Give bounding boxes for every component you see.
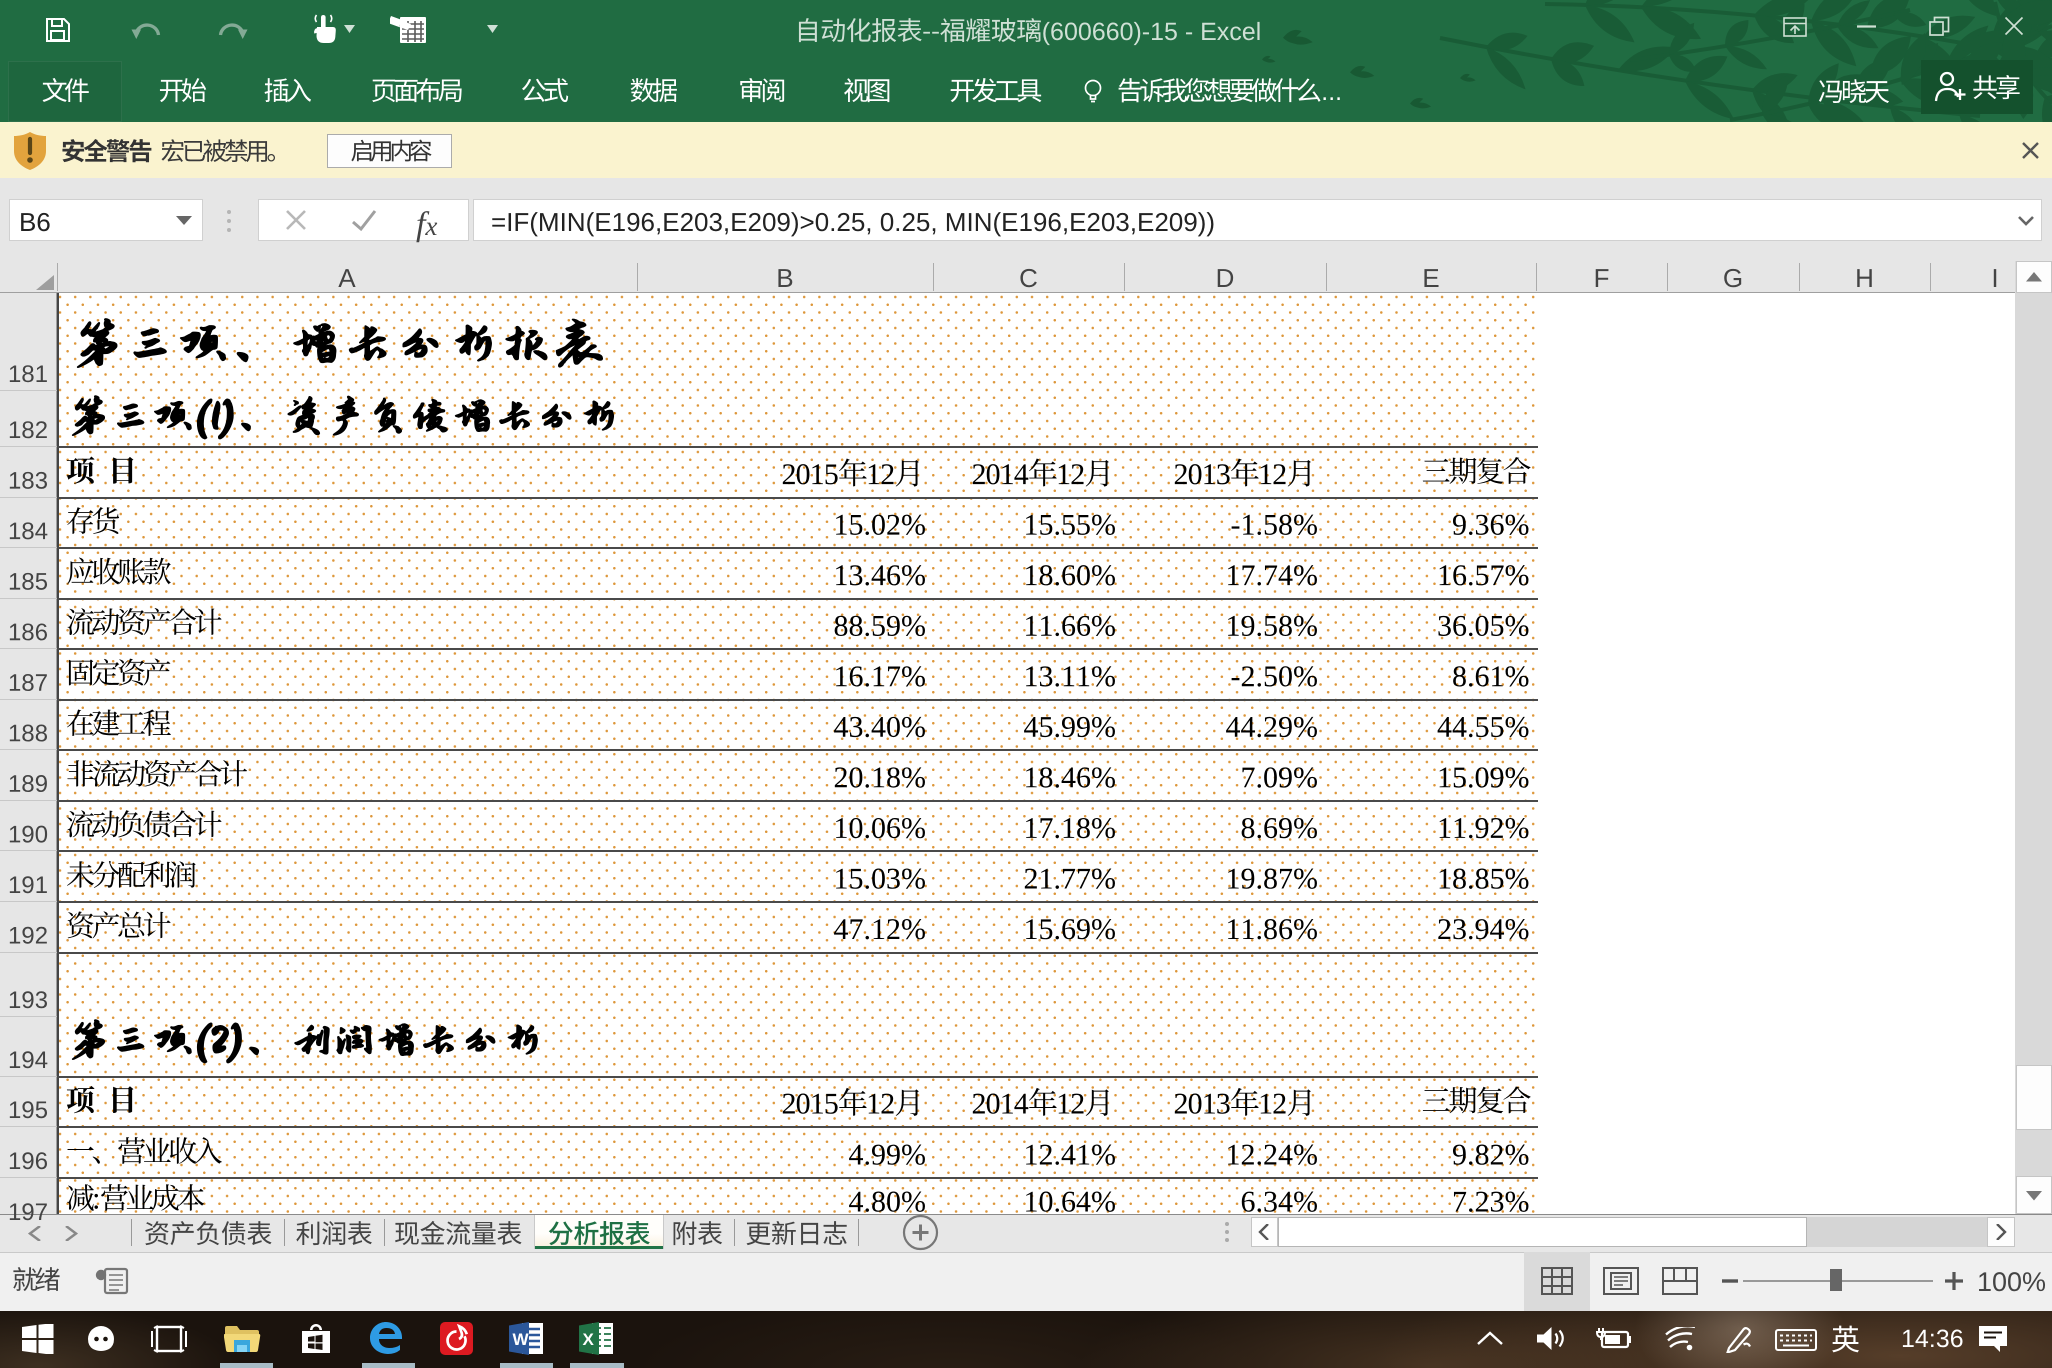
- svg-text:X: X: [583, 1330, 595, 1349]
- svg-text:W: W: [513, 1330, 530, 1349]
